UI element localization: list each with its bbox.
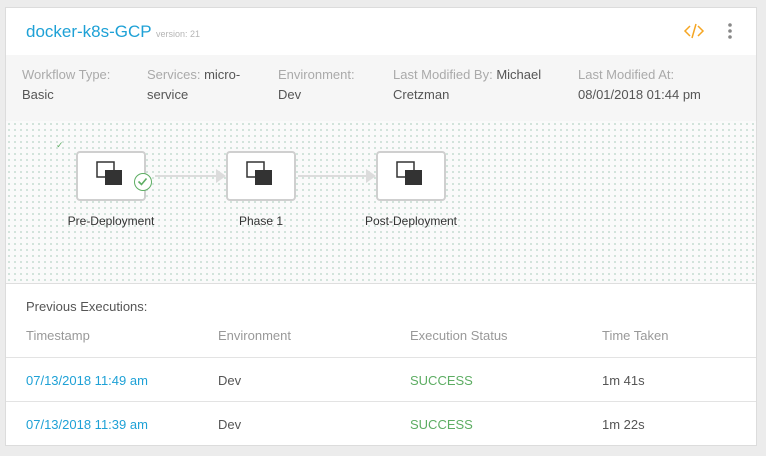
environment-label: Environment: xyxy=(278,67,355,82)
execution-status: SUCCESS xyxy=(410,417,473,432)
vertical-dots-icon xyxy=(728,23,732,39)
modified-at-label: Last Modified At: xyxy=(578,67,675,82)
version-label: version: 21 xyxy=(156,29,201,39)
workflow-type-value: Basic xyxy=(22,87,54,102)
column-header-environment: Environment xyxy=(218,328,291,343)
stage-label-phase-1: Phase 1 xyxy=(238,214,284,228)
stage-icon xyxy=(246,161,272,185)
modified-by-field: Last Modified By: Michael Cretzman xyxy=(393,65,563,105)
stage-label-pre-deployment: Pre-Deployment xyxy=(67,214,155,228)
execution-environment: Dev xyxy=(218,373,242,388)
arrow-right-icon xyxy=(216,169,226,183)
workflow-title[interactable]: docker-k8s-GCP xyxy=(26,22,152,42)
environment-field: Environment: Dev xyxy=(278,65,388,105)
stage-label-post-deployment: Post-Deployment xyxy=(364,214,458,228)
workflow-type-label: Workflow Type: xyxy=(22,67,111,82)
modified-at-value: 08/01/2018 01:44 pm xyxy=(578,87,701,102)
workflow-card: docker-k8s-GCP version: 21 Workflow Type… xyxy=(5,7,757,446)
card-header: docker-k8s-GCP version: 21 xyxy=(6,8,756,55)
stage-node-phase-1[interactable] xyxy=(226,151,296,201)
services-label: Services: xyxy=(147,67,201,82)
execution-timestamp-link[interactable]: 07/13/2018 11:39 am xyxy=(26,417,148,432)
stage-icon xyxy=(396,161,422,185)
column-header-timestamp: Timestamp xyxy=(26,328,90,343)
execution-timestamp-link[interactable]: 07/13/2018 11:49 am xyxy=(26,373,148,388)
success-check-icon xyxy=(134,173,152,191)
previous-executions-title: Previous Executions: xyxy=(26,299,148,314)
code-view-button[interactable] xyxy=(682,20,706,42)
column-header-time-taken: Time Taken xyxy=(602,328,669,343)
more-options-button[interactable] xyxy=(720,20,740,42)
execution-time-taken: 1m 22s xyxy=(602,417,645,432)
stage-node-post-deployment[interactable] xyxy=(376,151,446,201)
code-brackets-icon xyxy=(683,23,705,39)
execution-status: SUCCESS xyxy=(410,373,473,388)
stage-connector xyxy=(155,175,217,177)
modified-at-field: Last Modified At: 08/01/2018 01:44 pm xyxy=(578,65,748,105)
table-row: 07/13/2018 11:39 am Dev SUCCESS 1m 22s xyxy=(6,401,756,445)
modified-by-label: Last Modified By: xyxy=(393,67,493,82)
column-header-status: Execution Status xyxy=(410,328,508,343)
pipeline-canvas: ✓ Pre-Deployment Phase 1 Post-Deployment xyxy=(6,121,756,284)
services-field: Services: micro-service xyxy=(147,65,263,105)
workflow-metadata: Workflow Type: Basic Services: micro-ser… xyxy=(6,55,756,121)
execution-environment: Dev xyxy=(218,417,242,432)
workflow-type-field: Workflow Type: Basic xyxy=(22,65,132,105)
stage-connector xyxy=(298,175,367,177)
environment-value: Dev xyxy=(278,87,302,102)
small-check-icon: ✓ xyxy=(56,140,64,150)
table-row: 07/13/2018 11:49 am Dev SUCCESS 1m 41s xyxy=(6,357,756,401)
arrow-right-icon xyxy=(366,169,376,183)
execution-time-taken: 1m 41s xyxy=(602,373,645,388)
